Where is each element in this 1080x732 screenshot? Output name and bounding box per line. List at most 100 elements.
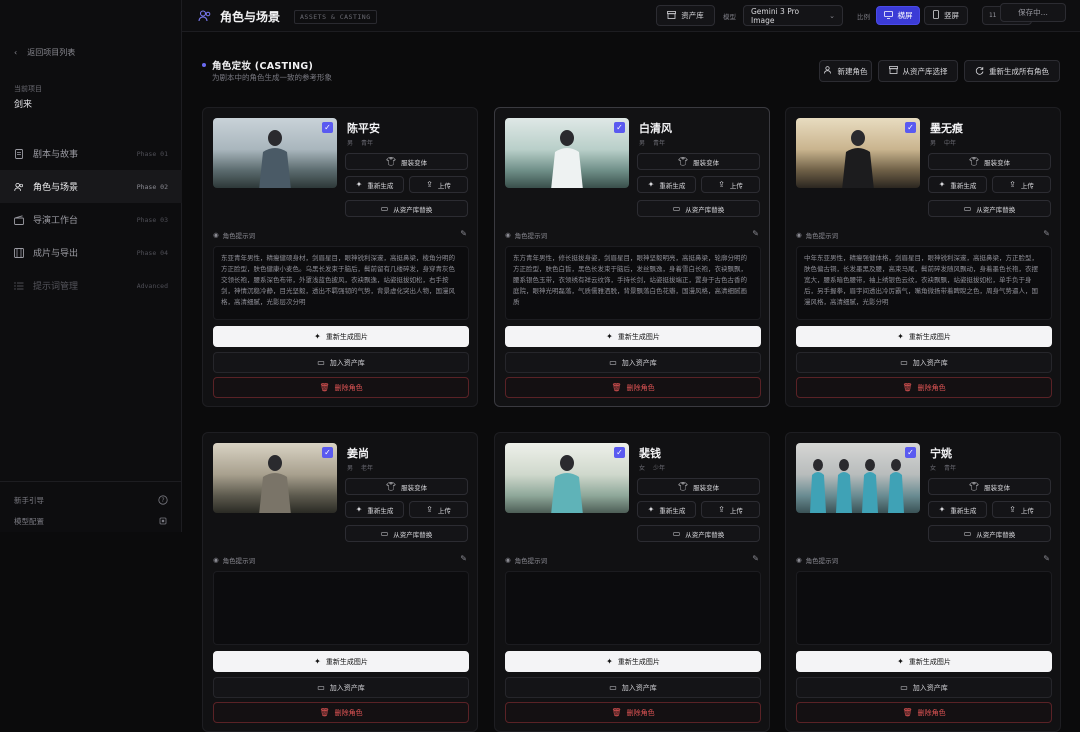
- add-to-library-button[interactable]: ▭ 加入资产库: [505, 677, 761, 698]
- model-select[interactable]: Gemini 3 Pro Image ⌄: [743, 5, 843, 26]
- character-prompt-text[interactable]: [213, 571, 469, 645]
- regenerate-button[interactable]: ✦ 重新生成: [928, 176, 987, 193]
- section-title: 角色定妆 (CASTING): [212, 61, 314, 72]
- check-icon[interactable]: ✓: [905, 122, 916, 133]
- project-name: 剑来: [14, 100, 33, 110]
- upload-button[interactable]: ⇪ 上传: [992, 501, 1051, 518]
- regenerate-button[interactable]: ✦ 重新生成: [637, 501, 696, 518]
- upload-icon: ⇪: [718, 504, 725, 514]
- regenerate-button[interactable]: ✦ 重新生成: [637, 176, 696, 193]
- prompt-header: ◉ 角色提示词: [213, 230, 255, 240]
- replace-from-library-label: 从资产库替换: [976, 530, 1016, 539]
- character-prompt-text[interactable]: 东亚青年男性，精瘦健硕身材，剑眉星目，眼神锐利深邃，高挺鼻梁，棱角分明的方正脸型…: [213, 246, 469, 320]
- gender-tag: 女: [639, 465, 646, 472]
- character-card: ✓ 白清风 男 青年 👕︎ 服装变体 ✦ 重新生成 ⇪ 上传 ▭ 从资产库替换: [494, 107, 770, 407]
- sparkle-icon: ✦: [938, 504, 946, 514]
- check-icon[interactable]: ✓: [614, 122, 625, 133]
- sidebar-item-export[interactable]: 成片与导出 Phase 04: [0, 236, 182, 269]
- sidebar-item-casting[interactable]: 角色与场景 Phase 02: [0, 170, 182, 203]
- new-role-button[interactable]: 新建角色: [819, 60, 872, 82]
- character-prompt-text[interactable]: 东方青年男性，修长挺拔身姿，剑眉星目，眼神坚毅明亮，高挺鼻梁，轮廓分明的方正脸型…: [505, 246, 761, 320]
- replace-from-library-button[interactable]: ▭ 从资产库替换: [637, 200, 760, 217]
- delete-character-button[interactable]: 🗑︎ 删除角色: [505, 377, 761, 398]
- regenerate-button[interactable]: ✦ 重新生成: [928, 501, 987, 518]
- add-to-library-label: 加入资产库: [329, 358, 365, 367]
- character-prompt-text[interactable]: 中年东亚男性，精瘦强健体格，剑眉星目，眼神锐利深邃，高挺鼻梁，方正脸型，肤色偏古…: [796, 246, 1052, 320]
- onboarding-link[interactable]: 新手引导 ?: [0, 490, 182, 511]
- svg-text:?: ?: [161, 497, 164, 504]
- outfit-variant-button[interactable]: 👕︎ 服装变体: [928, 153, 1051, 170]
- portrait-illustration: [551, 455, 583, 513]
- add-to-library-button[interactable]: ▭ 加入资产库: [796, 352, 1052, 373]
- replace-from-library-button[interactable]: ▭ 从资产库替换: [345, 525, 468, 542]
- age-tag: 老年: [361, 465, 374, 472]
- character-portrait[interactable]: ✓: [213, 443, 337, 513]
- character-meta: 女 青年: [930, 463, 956, 472]
- landscape-button[interactable]: 横屏: [876, 6, 920, 25]
- outfit-variant-button[interactable]: 👕︎ 服装变体: [637, 153, 760, 170]
- delete-character-button[interactable]: 🗑︎ 删除角色: [505, 702, 761, 723]
- character-portrait[interactable]: ✓: [796, 443, 920, 513]
- outfit-variant-button[interactable]: 👕︎ 服装变体: [637, 478, 760, 495]
- portrait-illustration: [259, 130, 291, 188]
- sidebar-item-script[interactable]: 剧本与故事 Phase 01: [0, 137, 182, 170]
- regenerate-label: 重新生成: [367, 181, 394, 190]
- upload-button[interactable]: ⇪ 上传: [409, 176, 468, 193]
- character-prompt-text[interactable]: [505, 571, 761, 645]
- regenerate-image-button[interactable]: ✦ 重新生成图片: [796, 651, 1052, 672]
- check-icon[interactable]: ✓: [614, 447, 625, 458]
- replace-from-library-button[interactable]: ▭ 从资产库替换: [345, 200, 468, 217]
- edit-icon[interactable]: ✎: [752, 229, 759, 238]
- regenerate-all-button[interactable]: 重新生成所有角色: [964, 60, 1060, 82]
- check-icon[interactable]: ✓: [322, 122, 333, 133]
- trash-icon: 🗑︎: [902, 382, 913, 392]
- sidebar-item-prompts[interactable]: 提示词管理 Advanced: [0, 269, 182, 302]
- select-from-library-button[interactable]: 从资产库选择: [878, 60, 958, 82]
- outfit-variant-button[interactable]: 👕︎ 服装变体: [345, 478, 468, 495]
- replace-from-library-button[interactable]: ▭ 从资产库替换: [928, 525, 1051, 542]
- upload-button[interactable]: ⇪ 上传: [409, 501, 468, 518]
- model-config-link[interactable]: 模型配置: [0, 511, 182, 532]
- edit-icon[interactable]: ✎: [752, 554, 759, 563]
- edit-icon[interactable]: ✎: [460, 554, 467, 563]
- edit-icon[interactable]: ✎: [460, 229, 467, 238]
- prompt-header: ◉ 角色提示词: [505, 555, 547, 565]
- character-portrait[interactable]: ✓: [505, 443, 629, 513]
- regenerate-image-button[interactable]: ✦ 重新生成图片: [213, 651, 469, 672]
- character-prompt-text[interactable]: [796, 571, 1052, 645]
- check-icon[interactable]: ✓: [322, 447, 333, 458]
- character-portrait[interactable]: ✓: [213, 118, 337, 188]
- add-to-library-button[interactable]: ▭ 加入资产库: [796, 677, 1052, 698]
- add-to-library-button[interactable]: ▭ 加入资产库: [213, 352, 469, 373]
- outfit-variant-button[interactable]: 👕︎ 服装变体: [928, 478, 1051, 495]
- portrait-button[interactable]: 竖屏: [924, 6, 968, 25]
- sidebar-item-director[interactable]: 导演工作台 Phase 03: [0, 203, 182, 236]
- upload-label: 上传: [1020, 506, 1034, 515]
- regenerate-image-button[interactable]: ✦ 重新生成图片: [213, 326, 469, 347]
- check-icon[interactable]: ✓: [905, 447, 916, 458]
- upload-button[interactable]: ⇪ 上传: [992, 176, 1051, 193]
- replace-from-library-label: 从资产库替换: [976, 205, 1016, 214]
- character-portrait[interactable]: ✓: [505, 118, 629, 188]
- back-to-projects-link[interactable]: ‹ 返回项目列表: [14, 47, 75, 58]
- character-portrait[interactable]: ✓: [796, 118, 920, 188]
- upload-button[interactable]: ⇪ 上传: [701, 501, 760, 518]
- delete-character-button[interactable]: 🗑︎ 删除角色: [213, 702, 469, 723]
- delete-character-button[interactable]: 🗑︎ 删除角色: [796, 377, 1052, 398]
- regenerate-image-button[interactable]: ✦ 重新生成图片: [505, 651, 761, 672]
- regenerate-image-button[interactable]: ✦ 重新生成图片: [505, 326, 761, 347]
- add-to-library-button[interactable]: ▭ 加入资产库: [213, 677, 469, 698]
- edit-icon[interactable]: ✎: [1043, 229, 1050, 238]
- edit-icon[interactable]: ✎: [1043, 554, 1050, 563]
- delete-character-button[interactable]: 🗑︎ 删除角色: [213, 377, 469, 398]
- asset-library-button[interactable]: 资产库: [656, 5, 715, 26]
- outfit-variant-button[interactable]: 👕︎ 服装变体: [345, 153, 468, 170]
- upload-button[interactable]: ⇪ 上传: [701, 176, 760, 193]
- regenerate-button[interactable]: ✦ 重新生成: [345, 176, 404, 193]
- regenerate-image-button[interactable]: ✦ 重新生成图片: [796, 326, 1052, 347]
- replace-from-library-button[interactable]: ▭ 从资产库替换: [637, 525, 760, 542]
- replace-from-library-button[interactable]: ▭ 从资产库替换: [928, 200, 1051, 217]
- delete-character-button[interactable]: 🗑︎ 删除角色: [796, 702, 1052, 723]
- regenerate-button[interactable]: ✦ 重新生成: [345, 501, 404, 518]
- add-to-library-button[interactable]: ▭ 加入资产库: [505, 352, 761, 373]
